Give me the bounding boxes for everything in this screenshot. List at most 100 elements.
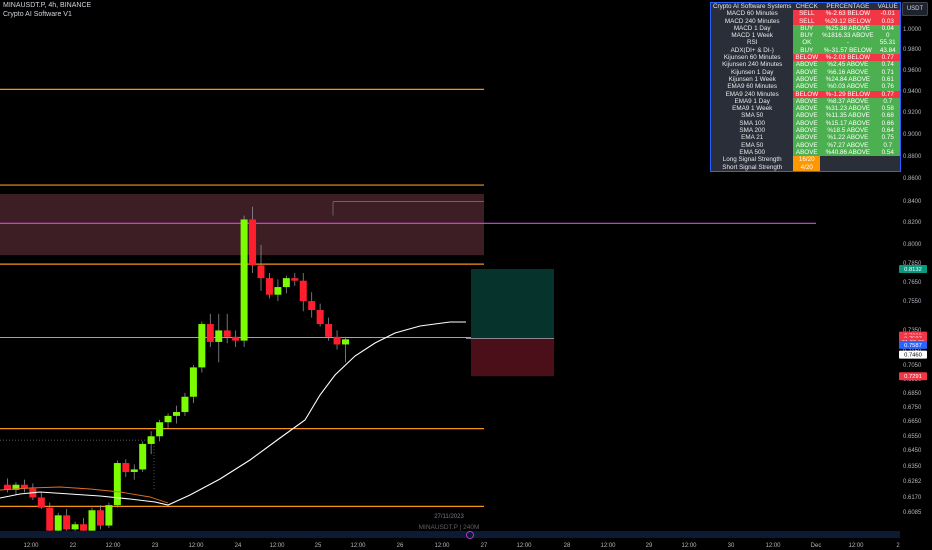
candle[interactable] [282,278,290,288]
candle[interactable] [122,463,130,472]
table-cell: %0.03 ABOVE [820,83,876,91]
candle[interactable] [240,219,248,341]
indicator-name: RSI [746,39,758,47]
table-cell: 55.31 [875,39,901,47]
candle[interactable] [71,524,79,530]
y-axis-tick-label: 0.9600 [903,68,922,74]
candle[interactable] [299,280,307,302]
candle[interactable] [130,469,138,472]
table-row: MACD 60 Minutes SELL %-2.63 BELOW -0.01 [711,10,901,18]
candle[interactable] [105,505,113,526]
table-cell: ABOVE [793,141,821,149]
table-cell: %15.17 ABOVE [820,119,876,128]
y-axis-tick-label: 0.6750 [903,405,922,411]
table-cell: BUY [793,32,821,40]
candle[interactable] [147,436,155,444]
candle[interactable] [139,443,147,470]
table-row: Kijunsen 1 Week ABOVE %24.84 ABOVE 0.61 [711,75,901,84]
candle[interactable] [164,415,172,423]
table-row: Kijunsen 60 Minutes BELOW %-2.03 BELOW 0.77 [711,54,901,62]
candle[interactable] [291,278,299,281]
x-axis-tick-label: 12:00 [600,543,616,549]
y-axis-tick-label: 0.6262 [903,479,922,485]
table-cell: 0.04 [875,24,901,33]
symbol-watermark: MINAUSDT.P | 240M [419,524,480,531]
x-axis-tick-label: 12:00 [681,543,697,549]
table-row: EMA9 240 Minutes BELOW %-1.29 BELOW 0.77 [711,90,901,98]
candle[interactable] [181,396,189,413]
candle[interactable] [189,367,197,397]
table-row: RSI OK -55.31 [711,39,901,47]
x-axis-tick-label: 25 [315,543,322,549]
table-row: SMA 200 ABOVE %18.5 ABOVE 0.64 [711,127,901,135]
table-header-cell: VALUE [877,3,898,10]
candle[interactable] [54,515,62,531]
table-cell: SELL [793,10,821,18]
candle[interactable] [96,510,104,526]
x-axis-tick-label: 2 [896,543,900,549]
table-cell: BUY [793,24,821,33]
x-axis-tick-label: 12:00 [188,543,204,549]
candle[interactable] [173,412,180,416]
table-row: SMA 50 ABOVE %11.35 ABOVE 0.68 [711,112,901,120]
x-axis-tick-label: 22 [70,543,77,549]
candle[interactable] [342,339,349,345]
y-axis-tick-label: 0.9800 [903,47,922,53]
candle[interactable] [113,463,121,506]
price-label: 0.7291 [904,374,922,380]
candle[interactable] [156,422,164,437]
empty-cell [820,164,900,172]
table-cell: ABOVE [793,119,821,128]
x-axis-tick-label: 12:00 [765,543,781,549]
candle[interactable] [265,278,273,295]
table-cell: 0.77 [875,90,901,98]
table-cell: %40.86 ABOVE [820,148,876,157]
y-axis-tick-label: 0.6085 [903,510,922,516]
candle[interactable] [37,497,45,508]
candle[interactable] [223,330,231,337]
signal-table: Crypto AI Software Systems CHECK PERCENTAG… [710,2,901,172]
indicator-name: ADX(DI+ & DI-) [730,46,774,54]
table-cell: ABOVE [793,127,821,135]
table-cell: ABOVE [793,105,821,113]
indicator-title: Crypto AI Software V1 [3,11,72,18]
candle[interactable] [63,515,71,530]
table-cell: %24.84 ABOVE [820,75,876,84]
signal-value: 4/20 [793,163,821,172]
table-cell: ABOVE [793,112,821,120]
table-cell: %1816.33 ABOVE [820,32,876,40]
candle[interactable] [249,219,257,266]
take-profit-zone[interactable] [471,268,554,339]
candle[interactable] [325,324,333,337]
candle[interactable] [308,301,316,311]
table-cell: %18.5 ABOVE [820,127,876,135]
candle[interactable] [88,510,96,531]
table-cell: %6.16 ABOVE [820,68,876,76]
table-cell: 0.68 [875,112,901,120]
table-row: EMA 21 ABOVE %1.22 ABOVE 0.75 [711,134,901,142]
y-axis-tick-label: 0.8000 [903,242,922,248]
table-cell: 0.75 [875,134,901,142]
candle[interactable] [333,336,341,345]
y-axis-tick-label: 0.7050 [903,363,922,369]
currency-button[interactable]: USDT [902,2,928,16]
candle[interactable] [232,336,240,341]
candle[interactable] [198,324,206,368]
candle[interactable] [316,310,324,325]
table-row: EMA9 60 Minutes ABOVE %0.03 ABOVE 0.76 [711,83,901,91]
x-axis-tick-label: 24 [235,543,242,549]
candle[interactable] [274,287,282,295]
table-cell: SELL [793,17,821,25]
table-cell: ABOVE [793,75,821,84]
table-cell: 0.77 [875,54,901,62]
date-tooltip: 27/11/2023 [434,514,464,520]
candle[interactable] [257,265,265,279]
x-axis-tick-label: 12:00 [434,543,450,549]
candle[interactable] [46,507,54,531]
table-cell: %2.45 ABOVE [820,61,876,69]
candle[interactable] [215,330,223,342]
candle[interactable] [206,324,214,342]
stop-loss-zone[interactable] [471,338,554,377]
candle[interactable] [80,524,88,531]
time-scrollbar[interactable] [0,531,900,538]
